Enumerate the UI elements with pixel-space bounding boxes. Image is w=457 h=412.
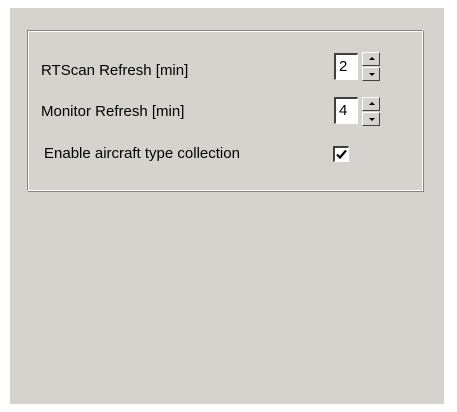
rtscan-refresh-label: RTScan Refresh [min] [41, 62, 189, 79]
down-arrow-icon [369, 118, 375, 121]
monitor-refresh-input[interactable]: 4 [334, 97, 358, 124]
rtscan-refresh-up-button[interactable] [362, 52, 380, 66]
monitor-refresh-spinner[interactable] [362, 97, 380, 127]
monitor-refresh-label: Monitor Refresh [min] [41, 103, 185, 120]
checkmark-icon [336, 149, 347, 160]
up-arrow-icon [369, 102, 375, 105]
rtscan-refresh-spinner[interactable] [362, 52, 380, 82]
refresh-settings-group: RTScan Refresh [min] 2 Monitor Refresh [… [27, 30, 423, 191]
aircraft-type-collection-label: Enable aircraft type collection [44, 145, 240, 162]
monitor-refresh-down-button[interactable] [362, 112, 380, 126]
up-arrow-icon [369, 57, 375, 60]
monitor-refresh-up-button[interactable] [362, 97, 380, 111]
rtscan-refresh-input[interactable]: 2 [334, 53, 358, 80]
rtscan-refresh-down-button[interactable] [362, 67, 380, 81]
down-arrow-icon [369, 73, 375, 76]
settings-dialog: RTScan Refresh [min] 2 Monitor Refresh [… [10, 8, 444, 404]
aircraft-type-collection-checkbox[interactable] [333, 146, 349, 162]
